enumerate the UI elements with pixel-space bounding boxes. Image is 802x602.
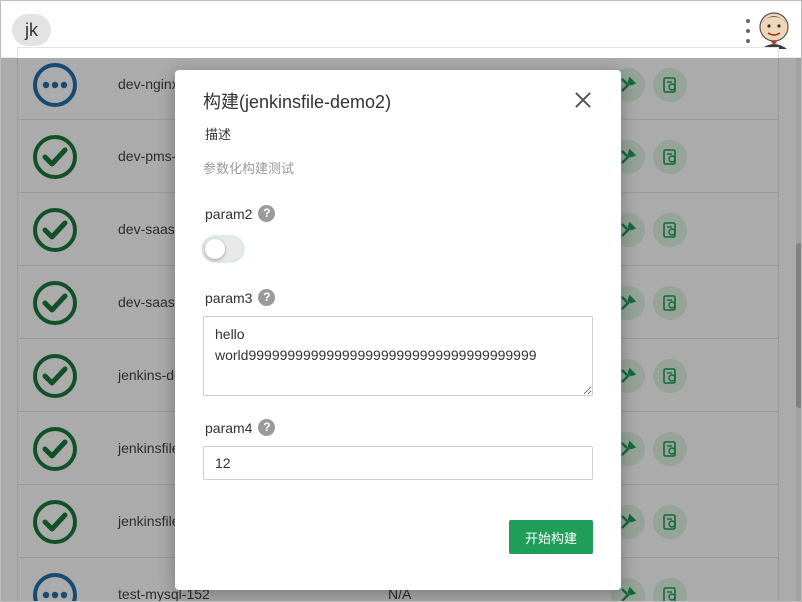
param2-label: param2 ?: [205, 205, 276, 222]
dialog-title: 构建(jenkinsfile-demo2): [203, 92, 392, 112]
description-text: 参数化构建测试: [203, 161, 295, 176]
build-dialog: 构建(jenkinsfile-demo2) 描述 参数化构建测试 param2 …: [175, 70, 621, 590]
help-icon[interactable]: ?: [258, 419, 276, 436]
param4-label: param4 ?: [205, 419, 276, 436]
param2-label-text: param2: [205, 205, 253, 222]
param2-toggle[interactable]: [202, 236, 244, 262]
description-label: 描述: [205, 127, 232, 142]
jenkins-logo-icon[interactable]: [756, 11, 792, 49]
close-icon[interactable]: [575, 92, 591, 108]
start-build-button[interactable]: 开始构建: [509, 520, 593, 554]
app-window: jk dev-nginx dev-pms-dev-saas-dev-saas jen…: [0, 0, 802, 602]
toggle-knob: [205, 239, 225, 259]
param3-label: param3 ?: [205, 289, 276, 306]
param3-label-text: param3: [205, 289, 253, 306]
param3-textarea[interactable]: [203, 316, 593, 396]
help-icon[interactable]: ?: [258, 289, 276, 306]
help-icon[interactable]: ?: [258, 205, 276, 222]
param4-label-text: param4: [205, 419, 253, 436]
kebab-menu-icon[interactable]: [742, 17, 754, 45]
param4-input[interactable]: [203, 446, 593, 480]
user-avatar[interactable]: jk: [12, 14, 51, 46]
